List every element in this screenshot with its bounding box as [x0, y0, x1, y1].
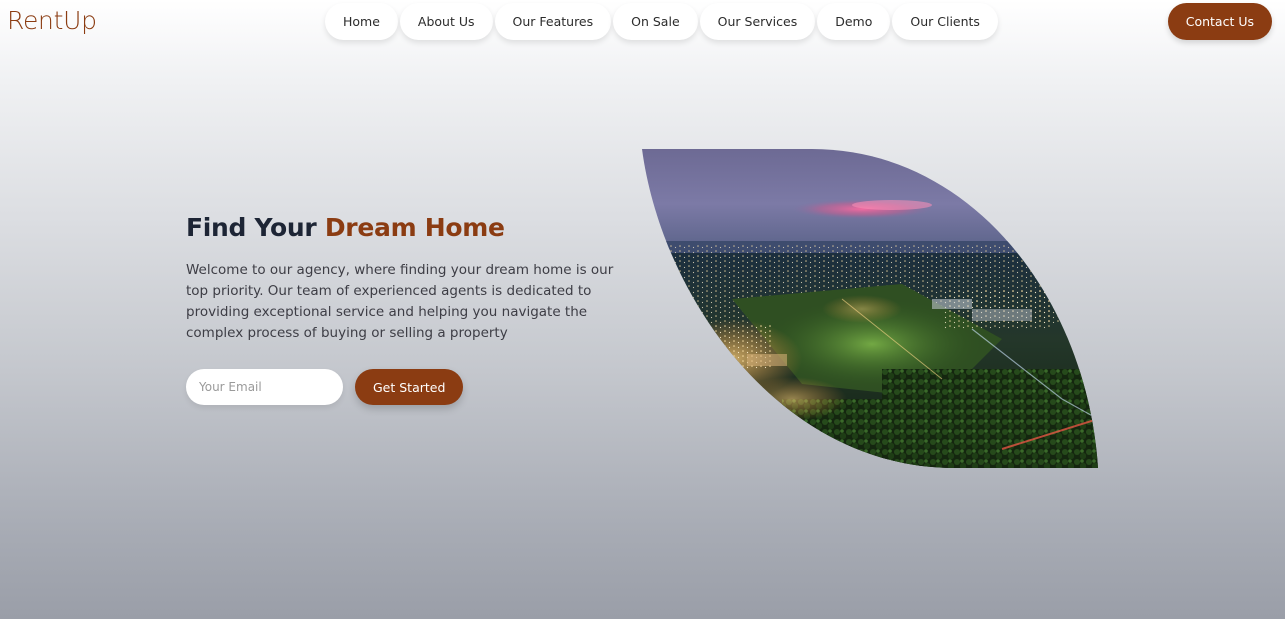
nav-item-our-services[interactable]: Our Services — [699, 3, 816, 40]
nav-item-our-features[interactable]: Our Features — [494, 3, 612, 40]
site-logo[interactable]: RentUp — [7, 6, 97, 35]
hero-section: Find Your Dream Home Welcome to our agen… — [186, 211, 626, 344]
email-input[interactable] — [186, 369, 343, 405]
main-nav: Home About Us Our Features On Sale Our S… — [325, 3, 998, 40]
hero-title-accent: Dream Home — [324, 213, 505, 242]
nav-item-our-clients[interactable]: Our Clients — [892, 3, 998, 40]
nav-item-demo[interactable]: Demo — [817, 3, 891, 40]
hero-title: Find Your Dream Home — [186, 211, 626, 244]
nav-item-home[interactable]: Home — [325, 3, 398, 40]
hero-title-prefix: Find Your — [186, 213, 325, 242]
get-started-button[interactable]: Get Started — [355, 369, 464, 405]
hero-description: Welcome to our agency, where finding you… — [186, 262, 614, 341]
hero-city-image — [642, 149, 1098, 468]
nav-item-on-sale[interactable]: On Sale — [613, 3, 698, 40]
nav-item-about-us[interactable]: About Us — [399, 3, 493, 40]
signup-form: Get Started — [186, 369, 464, 405]
contact-us-button[interactable]: Contact Us — [1167, 3, 1272, 40]
